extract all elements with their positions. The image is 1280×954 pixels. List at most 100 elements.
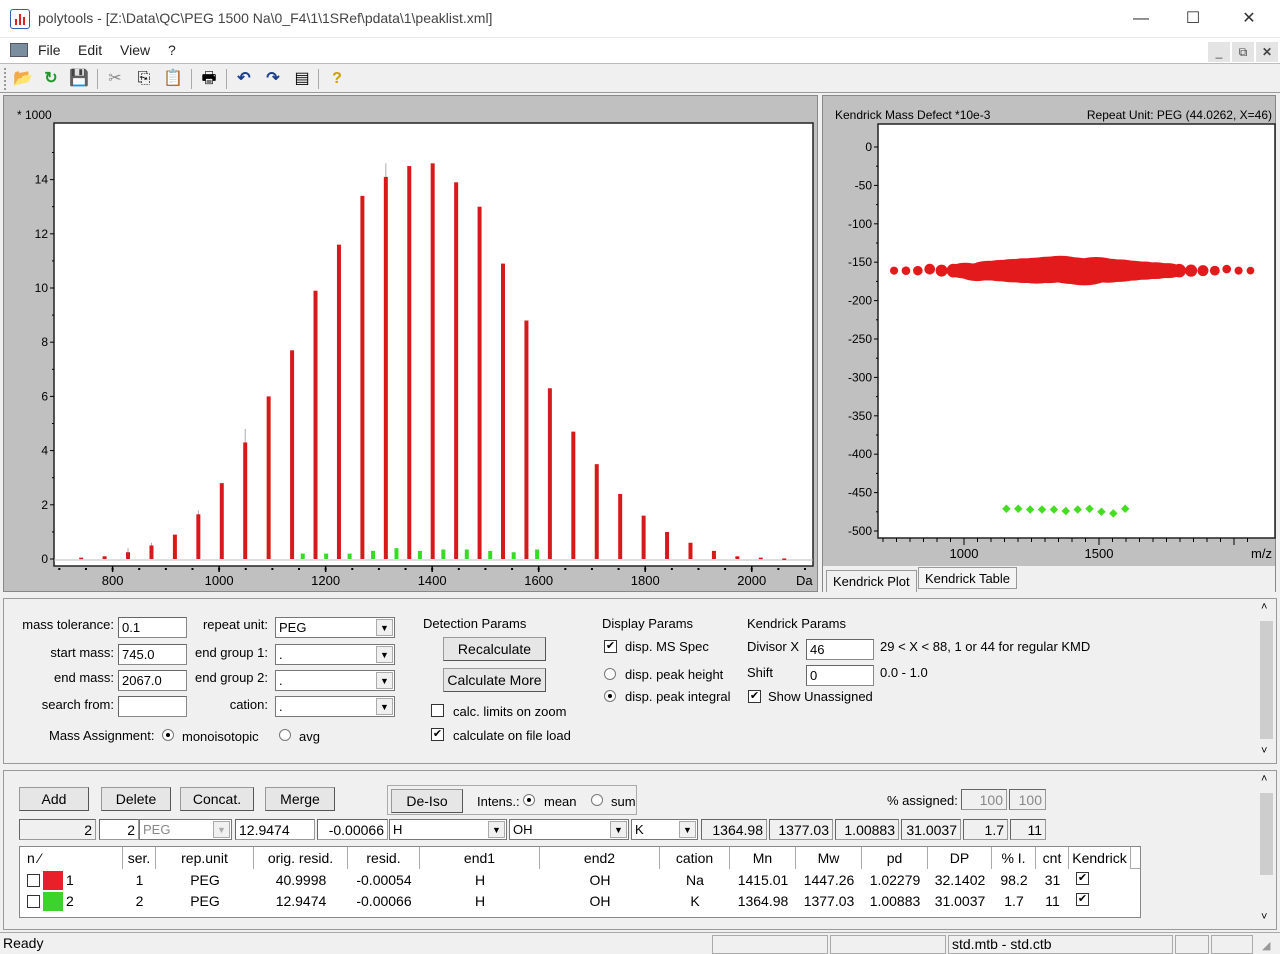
mass-tolerance-input[interactable]: 0.1 — [118, 617, 187, 638]
column-header-rep-unit[interactable]: rep.unit — [156, 847, 254, 869]
end-mass-input[interactable]: 2067.0 — [118, 670, 187, 691]
kendrick-plot[interactable]: Kendrick Mass Defect *10e-3 Repeat Unit:… — [823, 96, 1277, 566]
params-scrollbar[interactable]: ˄ ˅ — [1258, 599, 1275, 763]
calc-on-load-checkbox[interactable]: ✔ — [431, 728, 444, 741]
recalculate-button[interactable]: Recalculate — [443, 637, 546, 661]
search-from-input[interactable] — [118, 696, 187, 717]
x-minor-tick — [724, 568, 727, 570]
column-header-cation[interactable]: cation — [660, 847, 730, 869]
edit-end1-select[interactable]: H ▼ — [389, 819, 507, 840]
tab-kendrick-table[interactable]: Kendrick Table — [918, 567, 1018, 589]
column-header-mn[interactable]: Mn — [730, 847, 796, 869]
scroll-thumb[interactable] — [1260, 621, 1273, 739]
refresh-icon[interactable]: ↻ — [40, 68, 62, 90]
document-icon[interactable] — [10, 43, 28, 57]
zoom-in-icon[interactable]: ↷ — [262, 68, 284, 90]
zoom-out-icon[interactable]: ↶ — [233, 68, 255, 90]
end-group-2-select[interactable]: . ▼ — [275, 670, 395, 691]
menu-help[interactable]: ? — [168, 42, 176, 58]
disp-peak-integral-radio[interactable] — [604, 690, 616, 702]
column-header-i[interactable]: % I. — [992, 847, 1036, 869]
column-header-kendrick[interactable]: Kendrick — [1069, 847, 1131, 869]
edit-end2-select[interactable]: OH ▼ — [509, 819, 629, 840]
mdi-restore-button[interactable]: ⧉ — [1232, 42, 1254, 62]
menu-file[interactable]: File — [38, 42, 61, 58]
monoisotopic-radio[interactable] — [162, 729, 174, 741]
kendrick-checkbox[interactable]: ✔ — [1076, 893, 1089, 906]
calc-limits-checkbox[interactable] — [431, 704, 444, 717]
column-header-end2[interactable]: end2 — [540, 847, 660, 869]
mdi-minimize-button[interactable]: _ — [1208, 42, 1230, 62]
scroll-thumb[interactable] — [1260, 793, 1273, 875]
close-button[interactable]: ✕ — [1226, 8, 1272, 30]
show-unassigned-checkbox[interactable]: ✔ — [748, 690, 761, 703]
maximize-button[interactable]: ☐ — [1170, 8, 1216, 30]
toolbar-grip[interactable] — [4, 68, 6, 90]
edit-rep-unit-select[interactable]: PEG ▼ — [139, 819, 232, 840]
menu-edit[interactable]: Edit — [78, 42, 102, 58]
merge-button[interactable]: Merge — [265, 787, 335, 811]
mdi-close-button[interactable]: ✕ — [1256, 42, 1278, 62]
avg-radio[interactable] — [279, 729, 291, 741]
print-icon[interactable]: 🖶 — [198, 68, 220, 90]
chevron-down-icon: ▼ — [376, 672, 393, 689]
end-group-1-select[interactable]: . ▼ — [275, 644, 395, 665]
row-select-checkbox[interactable] — [27, 874, 40, 887]
help-icon[interactable]: ? — [326, 68, 348, 90]
mean-radio[interactable] — [523, 794, 535, 806]
column-header-mw[interactable]: Mw — [796, 847, 862, 869]
edit-cation-select[interactable]: K ▼ — [631, 819, 698, 840]
minimize-button[interactable]: — — [1118, 8, 1164, 30]
ms-spectrum-chart[interactable]: * 1000 Da 0 2 4 6 8 10 12 14 800 1000 1200 1400 1600… — [4, 96, 819, 593]
scroll-up-icon[interactable]: ˄ — [1261, 773, 1267, 785]
column-header-ser[interactable]: ser. — [123, 847, 156, 869]
column-header-end1[interactable]: end1 — [420, 847, 540, 869]
cation-select[interactable]: . ▼ — [275, 696, 395, 717]
deiso-button[interactable]: De-Iso — [391, 789, 463, 813]
series-color-swatch[interactable] — [43, 892, 63, 911]
series-table-header: n ⁄ ser. rep.unit orig. resid. resid. end1 end… — [20, 847, 1140, 869]
menu-view[interactable]: View — [120, 42, 150, 58]
sum-radio[interactable] — [591, 794, 603, 806]
disp-ms-spec-checkbox[interactable]: ✔ — [604, 640, 617, 653]
column-header-pd[interactable]: pd — [862, 847, 928, 869]
save-icon[interactable]: 💾 — [68, 68, 90, 90]
edit-resid[interactable]: -0.00066 — [317, 819, 388, 840]
divisor-input[interactable]: 46 — [806, 639, 874, 660]
column-header-orig-resid[interactable]: orig. resid. — [254, 847, 348, 869]
column-header-n[interactable]: n ⁄ — [20, 847, 123, 869]
column-header-dp[interactable]: DP — [928, 847, 992, 869]
series-scrollbar[interactable]: ˄ ˅ — [1258, 771, 1275, 929]
copy-icon[interactable]: ⎘ — [133, 68, 155, 90]
cell-cnt: 11 — [1045, 893, 1060, 909]
scroll-down-icon[interactable]: ˅ — [1261, 911, 1267, 923]
resize-grip-icon[interactable]: ◢ — [1262, 939, 1270, 952]
kendrick-checkbox[interactable]: ✔ — [1076, 872, 1089, 885]
edit-orig-resid[interactable]: 12.9474 — [235, 819, 315, 840]
scroll-down-icon[interactable]: ˅ — [1261, 745, 1267, 757]
column-header-cnt[interactable]: cnt — [1036, 847, 1069, 869]
start-mass-input[interactable]: 745.0 — [118, 644, 187, 665]
table-row[interactable]: 1 1 PEG 40.9998 -0.00054 H OH Na 1415.01 1447.26 1… — [20, 870, 1140, 891]
repeat-unit-select[interactable]: PEG ▼ — [275, 617, 395, 638]
disp-peak-height-radio[interactable] — [604, 668, 616, 680]
delete-button[interactable]: Delete — [101, 787, 171, 811]
concat-button[interactable]: Concat. — [180, 787, 254, 811]
scroll-up-icon[interactable]: ˄ — [1261, 601, 1267, 613]
shift-input[interactable]: 0 — [806, 665, 874, 686]
ms-spectrum-panel[interactable]: * 1000 Da 0 2 4 6 8 10 12 14 800 1000 1200 1400 1600… — [3, 95, 818, 592]
tab-kendrick-plot[interactable]: Kendrick Plot — [826, 570, 917, 592]
row-select-checkbox[interactable] — [27, 895, 40, 908]
calculate-more-button[interactable]: Calculate More — [443, 668, 546, 692]
series-color-swatch[interactable] — [43, 871, 63, 890]
add-button[interactable]: Add — [19, 787, 89, 811]
column-header-resid[interactable]: resid. — [348, 847, 420, 869]
table-row[interactable]: 2 2 PEG 12.9474 -0.00066 H OH K 1364.98 1377.03 1.… — [20, 891, 1140, 912]
open-icon[interactable]: 📂 — [12, 68, 34, 90]
paste-icon[interactable]: 📋 — [162, 68, 184, 90]
kmd-point-series-1 — [1246, 266, 1255, 275]
x-minor-tick — [617, 568, 620, 570]
cut-icon[interactable]: ✂ — [104, 68, 126, 90]
table-view-icon[interactable]: ▤ — [291, 68, 313, 90]
edit-ser[interactable]: 2 — [99, 819, 139, 840]
